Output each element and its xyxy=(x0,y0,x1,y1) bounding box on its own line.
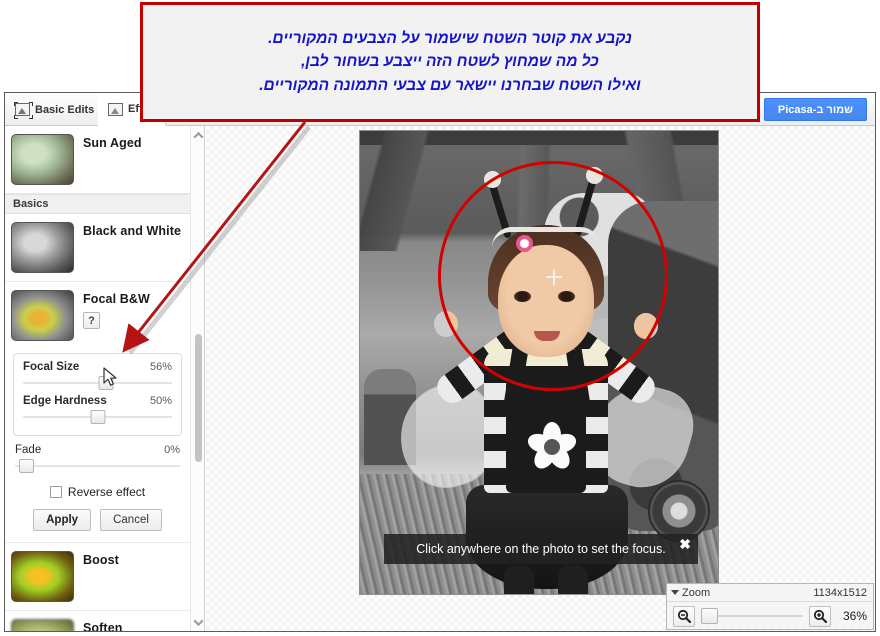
zoom-widget: Zoom 1134x1512 36% xyxy=(666,583,874,630)
effect-thumbnail xyxy=(11,134,74,185)
effect-thumbnail xyxy=(11,551,74,602)
scrollbar-thumb[interactable] xyxy=(195,334,202,462)
tab-basic-edits-label: Basic Edits xyxy=(35,103,95,116)
picasa-editor-window: Basic Edits Effec שמור ב-Picasa Sun Aged… xyxy=(4,92,876,632)
effect-label: Sun Aged xyxy=(83,136,142,150)
image-dimensions: 1134x1512 xyxy=(813,586,867,599)
reverse-effect-checkbox[interactable] xyxy=(49,486,62,498)
zoom-label-text: Zoom xyxy=(682,586,711,599)
save-to-picasa-button[interactable]: שמור ב-Picasa xyxy=(763,98,867,121)
section-header-basics: Basics xyxy=(5,194,190,214)
magnifier-plus-icon[interactable] xyxy=(809,605,831,627)
photo-canvas[interactable]: Click anywhere on the photo to set the f… xyxy=(206,126,875,631)
focal-center-crosshair xyxy=(546,269,562,285)
zoom-toggle[interactable]: Zoom xyxy=(671,587,710,599)
effect-item-focal-bw[interactable]: Focal B&W ? xyxy=(5,282,190,349)
zoom-controls: 36% xyxy=(667,602,873,630)
zoom-header[interactable]: Zoom 1134x1512 xyxy=(667,584,873,602)
annotation-callout: נקבע את קוטר השטח שישמור על הצבעים המקור… xyxy=(140,2,760,122)
zoom-slider-track[interactable] xyxy=(701,608,803,624)
slider-fade[interactable]: Fade 0% xyxy=(15,444,180,474)
slider-focal-size[interactable]: Focal Size 56% xyxy=(23,361,172,391)
basic-edits-icon xyxy=(14,102,33,119)
slider-fade-knob[interactable] xyxy=(19,459,34,473)
slider-edge-hardness[interactable]: Edge Hardness 50% xyxy=(23,395,172,425)
action-buttons: Apply Cancel xyxy=(5,509,190,542)
focus-hint-text: Click anywhere on the photo to set the f… xyxy=(416,542,666,556)
effect-thumbnail xyxy=(11,619,74,631)
effect-label: Boost xyxy=(83,553,119,567)
tab-basic-edits[interactable]: Basic Edits xyxy=(5,93,106,126)
slider-focal-size-track[interactable] xyxy=(23,375,172,391)
chevron-down-icon xyxy=(671,590,679,595)
slider-fade-track[interactable] xyxy=(15,458,180,474)
magnifier-minus-icon[interactable] xyxy=(673,605,695,627)
zoom-slider-knob[interactable] xyxy=(701,608,718,624)
scroll-up-icon[interactable] xyxy=(191,128,205,142)
reverse-effect-label: Reverse effect xyxy=(67,485,146,499)
effects-icon xyxy=(108,102,123,116)
effect-label: Focal B&W xyxy=(83,292,150,306)
slider-focal-size-value: 56% xyxy=(149,361,172,373)
screenshot-root: Basic Edits Effec שמור ב-Picasa Sun Aged… xyxy=(0,0,880,636)
cancel-button[interactable]: Cancel xyxy=(100,509,162,531)
effect-thumbnail xyxy=(11,290,74,341)
effect-item-sun-aged[interactable]: Sun Aged xyxy=(5,126,190,194)
slider-edge-hardness-knob[interactable] xyxy=(90,410,105,424)
close-icon[interactable]: ✖ xyxy=(679,537,691,551)
effect-item-black-and-white[interactable]: Black and White xyxy=(5,214,190,282)
focus-hint-toast: Click anywhere on the photo to set the f… xyxy=(384,534,698,564)
slider-edge-hardness-label: Edge Hardness xyxy=(23,395,107,407)
slider-fade-label: Fade xyxy=(15,444,42,456)
zoom-percent: 36% xyxy=(842,609,867,623)
slider-focal-size-label: Focal Size xyxy=(23,361,80,373)
annotation-callout-text: נקבע את קוטר השטח שישמור על הצבעים המקור… xyxy=(259,30,641,94)
slider-edge-hardness-value: 50% xyxy=(149,395,172,407)
apply-button[interactable]: Apply xyxy=(33,509,92,531)
effect-item-boost[interactable]: Boost xyxy=(5,542,190,611)
slider-fade-value: 0% xyxy=(164,444,180,456)
edited-photo xyxy=(360,131,718,594)
focal-bw-controls: Focal Size 56% Edge Hardness 50% xyxy=(13,353,182,436)
effect-label: Soften xyxy=(83,621,123,631)
help-icon[interactable]: ? xyxy=(83,312,100,329)
sidebar-scrollbar[interactable] xyxy=(190,126,204,631)
scroll-down-icon[interactable] xyxy=(191,615,205,629)
slider-edge-hardness-track[interactable] xyxy=(23,409,172,425)
reverse-effect-row[interactable]: Reverse effect xyxy=(5,485,190,499)
effect-item-soften[interactable]: Soften xyxy=(5,611,190,631)
mouse-cursor-icon xyxy=(103,367,117,386)
effect-label: Black and White xyxy=(83,224,182,238)
effect-thumbnail xyxy=(11,222,74,273)
effects-list: Sun Aged Basics Black and White Focal B&… xyxy=(5,126,190,631)
photo-frame[interactable]: Click anywhere on the photo to set the f… xyxy=(359,130,719,595)
